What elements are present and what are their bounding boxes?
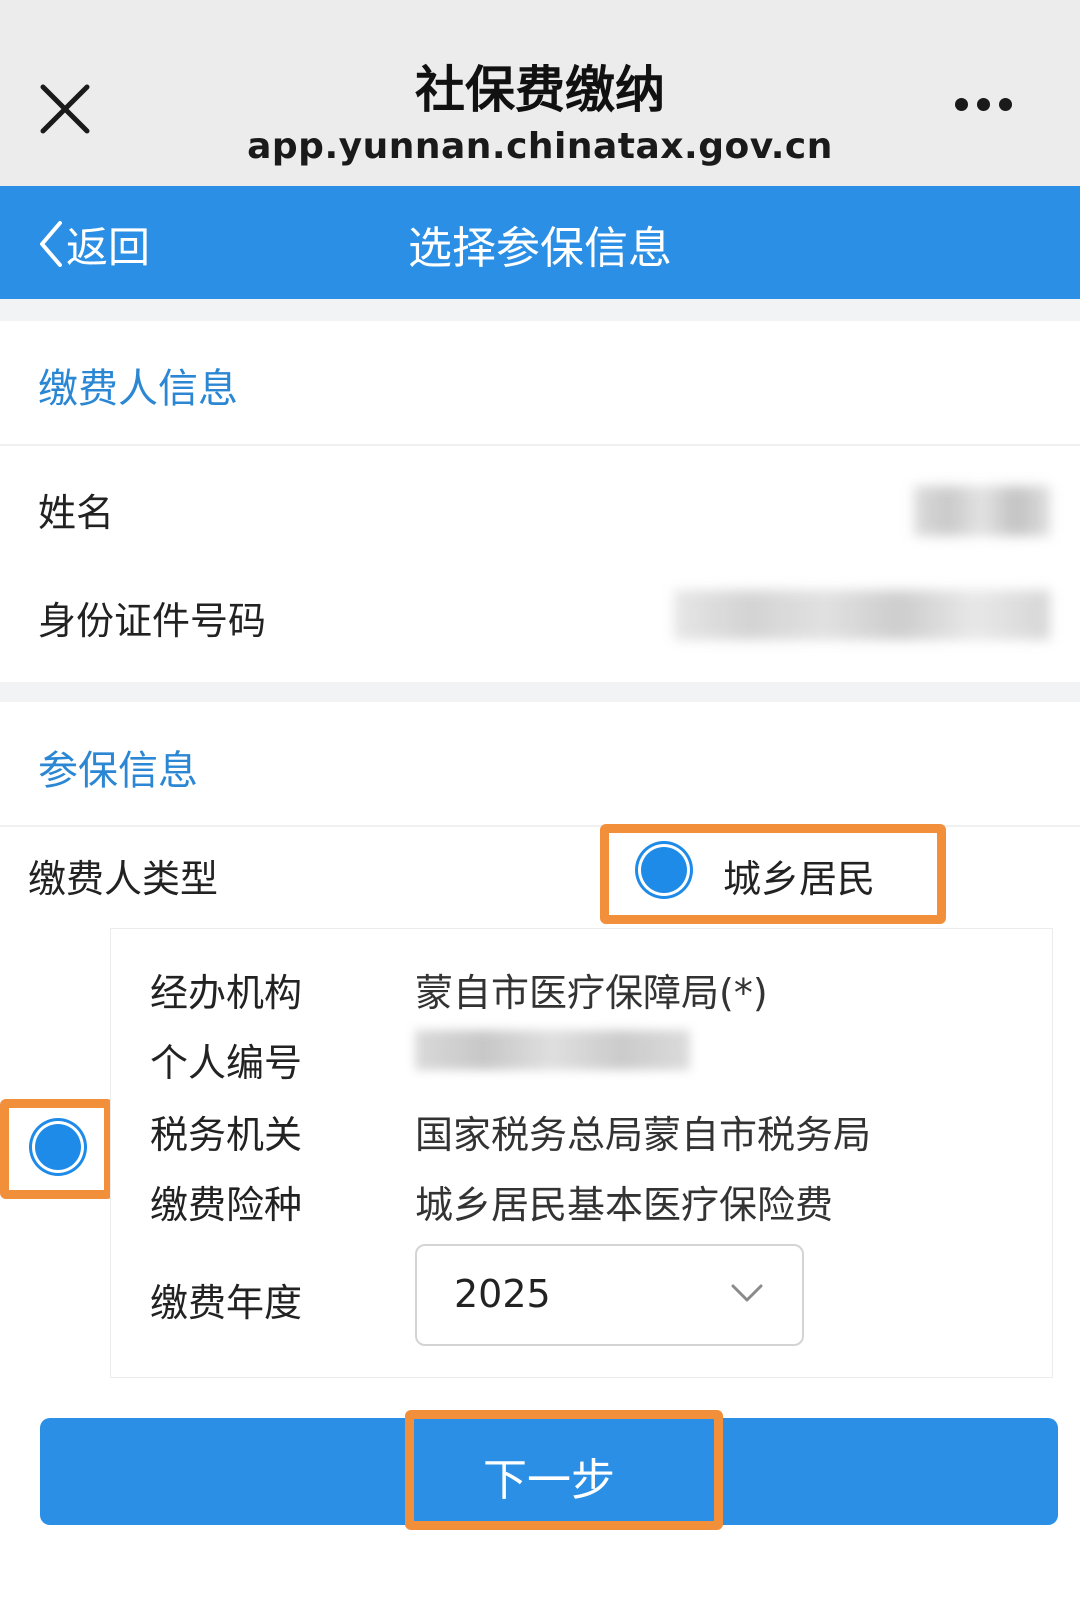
tax-office-label: 税务机关 bbox=[150, 1113, 303, 1157]
year-select-value: 2025 bbox=[454, 1272, 551, 1316]
personal-no-label: 个人编号 bbox=[150, 1041, 303, 1085]
section-gap bbox=[0, 299, 1080, 321]
personal-no-value-redacted bbox=[415, 1030, 690, 1070]
payer-info-heading: 缴费人信息 bbox=[38, 366, 238, 412]
insurance-type-value: 城乡居民基本医疗保险费 bbox=[415, 1183, 834, 1227]
next-step-label: 下一步 bbox=[483, 1455, 615, 1506]
name-value-redacted bbox=[914, 486, 1050, 536]
browser-page-title: 社保费缴纳 bbox=[415, 61, 665, 119]
more-icon[interactable] bbox=[955, 96, 1021, 115]
insurance-info-heading: 参保信息 bbox=[38, 748, 198, 794]
year-label: 缴费年度 bbox=[150, 1281, 303, 1325]
payer-type-label: 缴费人类型 bbox=[28, 857, 219, 901]
tax-office-value: 国家税务总局蒙自市税务局 bbox=[415, 1113, 872, 1157]
id-number-label: 身份证件号码 bbox=[38, 599, 267, 643]
app-title: 选择参保信息 bbox=[408, 223, 672, 274]
insurance-record-radio[interactable] bbox=[35, 1124, 81, 1170]
chevron-down-icon bbox=[731, 1284, 763, 1302]
payer-type-option-label: 城乡居民 bbox=[723, 857, 876, 901]
name-label: 姓名 bbox=[38, 491, 115, 535]
payer-type-radio[interactable] bbox=[641, 847, 687, 893]
agency-value: 蒙自市医疗保障局(*) bbox=[415, 971, 768, 1015]
id-number-value-redacted bbox=[674, 590, 1050, 640]
agency-label: 经办机构 bbox=[150, 971, 303, 1015]
browser-url: app.yunnan.chinatax.gov.cn bbox=[247, 126, 833, 167]
section-gap bbox=[0, 682, 1080, 702]
divider bbox=[0, 444, 1080, 446]
insurance-type-label: 缴费险种 bbox=[150, 1183, 303, 1227]
